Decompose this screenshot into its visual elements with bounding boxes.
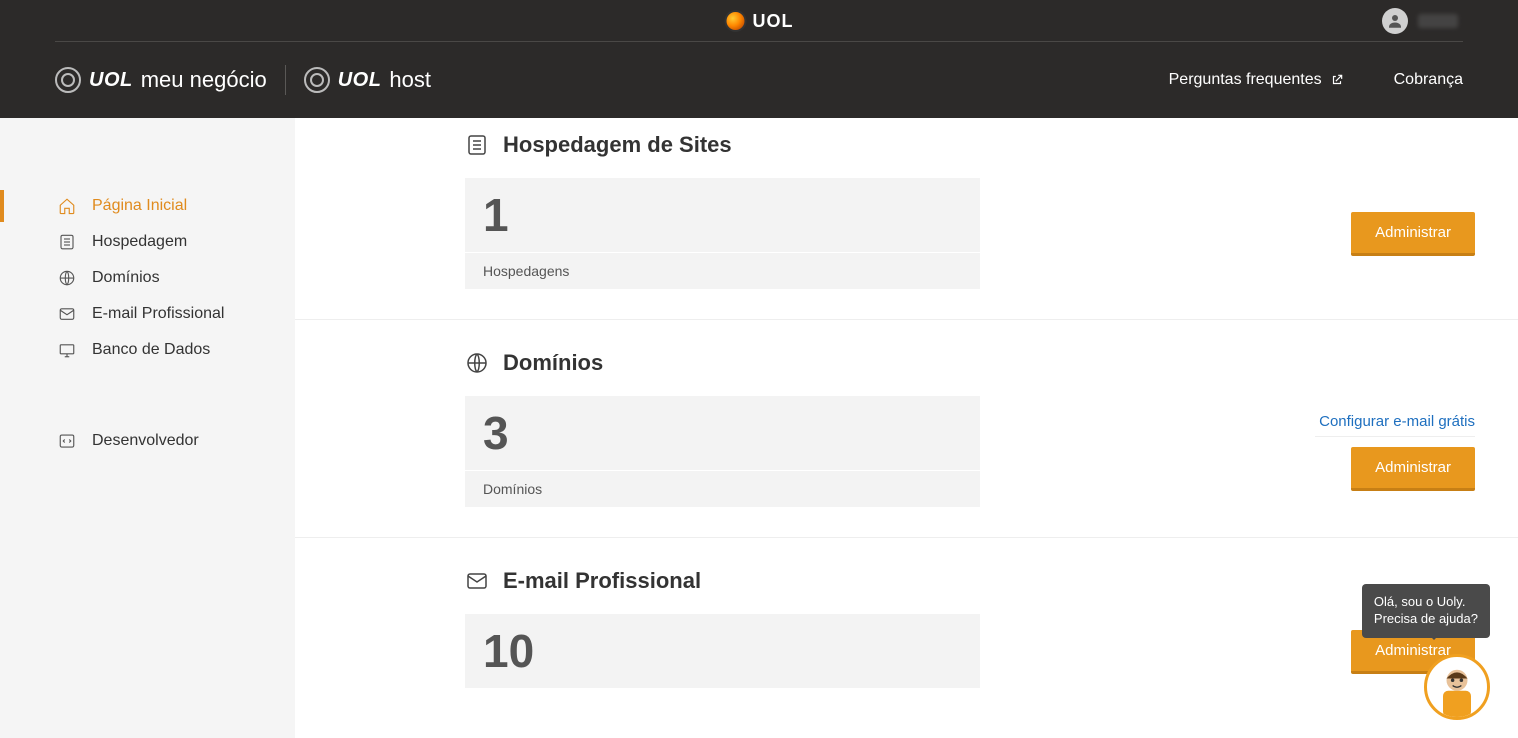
external-link-icon: [1330, 73, 1344, 87]
domains-stat-card: 3 Domínios: [465, 396, 980, 507]
topbar-divider: [55, 41, 1463, 42]
database-icon: [58, 341, 76, 359]
panel-domains-title: Domínios: [503, 350, 603, 376]
uol-logo-text: UOL: [753, 11, 794, 32]
sidebar-item-domains[interactable]: Domínios: [0, 260, 295, 296]
brand-circle-icon: [55, 67, 81, 93]
brand-uol-text: UOL: [338, 69, 382, 92]
brand-circle-icon: [304, 67, 330, 93]
globe-icon: [465, 351, 489, 375]
domains-unit: Domínios: [465, 471, 980, 507]
brand-sub-text: meu negócio: [141, 67, 267, 93]
main-content: Hospedagem de Sites 1 Hospedagens Admini…: [295, 118, 1518, 738]
brand-sub-text: host: [389, 67, 431, 93]
sidebar-item-database[interactable]: Banco de Dados: [0, 332, 295, 368]
sidebar-gap: [0, 368, 295, 423]
hosting-count: 1: [465, 178, 980, 253]
sidebar-item-developer[interactable]: Desenvolvedor: [0, 423, 295, 459]
chat-avatar-button[interactable]: [1424, 654, 1490, 720]
uol-logo[interactable]: UOL: [725, 10, 794, 32]
chat-tooltip: Olá, sou o Uoly. Precisa de ajuda?: [1362, 584, 1490, 638]
domains-count: 3: [465, 396, 980, 471]
hosting-unit: Hospedagens: [465, 253, 980, 289]
domains-admin-button[interactable]: Administrar: [1351, 447, 1475, 491]
brand-group: UOL meu negócio UOL host: [55, 65, 431, 95]
billing-label: Cobrança: [1394, 71, 1463, 89]
sidebar-item-email[interactable]: E-mail Profissional: [0, 296, 295, 332]
topbar-user[interactable]: [1382, 8, 1458, 34]
faq-label: Perguntas frequentes: [1169, 71, 1322, 89]
panel-email: E-mail Profissional 10 Administrar: [295, 568, 1518, 689]
panel-hosting-title: Hospedagem de Sites: [503, 132, 732, 158]
mail-icon: [465, 569, 489, 593]
assistant-avatar-icon: [1429, 661, 1485, 717]
sidebar: Página Inicial Hospedagem Domínios E-mai…: [0, 118, 295, 738]
brand-host[interactable]: UOL host: [304, 67, 431, 93]
sidebar-item-label: E-mail Profissional: [92, 305, 224, 323]
hosting-stat-card: 1 Hospedagens: [465, 178, 980, 289]
email-stat-card: 10: [465, 614, 980, 689]
panel-hosting: Hospedagem de Sites 1 Hospedagens Admini…: [295, 132, 1518, 320]
hosting-icon: [58, 233, 76, 251]
home-icon: [58, 197, 76, 215]
globe-icon: [58, 269, 76, 287]
brand-uol-text: UOL: [89, 69, 133, 92]
email-count: 10: [465, 614, 980, 689]
sidebar-item-hosting[interactable]: Hospedagem: [0, 224, 295, 260]
workspace: Página Inicial Hospedagem Domínios E-mai…: [0, 118, 1518, 738]
secondary-bar: UOL meu negócio UOL host Perguntas frequ…: [0, 42, 1518, 118]
avatar-icon: [1382, 8, 1408, 34]
sidebar-item-label: Página Inicial: [92, 197, 187, 215]
code-icon: [58, 432, 76, 450]
panel-email-title: E-mail Profissional: [503, 568, 701, 594]
sidebar-item-label: Domínios: [92, 269, 160, 287]
hosting-admin-button[interactable]: Administrar: [1351, 212, 1475, 256]
uol-logo-icon: [725, 10, 747, 32]
chat-line2: Precisa de ajuda?: [1374, 611, 1478, 626]
panel-hosting-header: Hospedagem de Sites: [465, 132, 1475, 158]
panel-domains: Domínios 3 Domínios Configurar e-mail gr…: [295, 350, 1518, 538]
brand-divider: [285, 65, 286, 95]
sidebar-item-label: Desenvolvedor: [92, 432, 199, 450]
chat-line1: Olá, sou o Uoly.: [1374, 594, 1466, 609]
configure-email-link[interactable]: Configurar e-mail grátis: [1315, 413, 1475, 437]
panel-domains-header: Domínios: [465, 350, 1475, 376]
mail-icon: [58, 305, 76, 323]
user-name: [1418, 14, 1458, 28]
hosting-icon: [465, 133, 489, 157]
panel-email-header: E-mail Profissional: [465, 568, 1475, 594]
secbar-right: Perguntas frequentes Cobrança: [1169, 71, 1463, 89]
sidebar-item-label: Hospedagem: [92, 233, 187, 251]
billing-link[interactable]: Cobrança: [1394, 71, 1463, 89]
sidebar-item-label: Banco de Dados: [92, 341, 210, 359]
brand-meu-negocio[interactable]: UOL meu negócio: [55, 67, 267, 93]
sidebar-item-home[interactable]: Página Inicial: [0, 188, 295, 224]
topbar: UOL: [0, 0, 1518, 42]
faq-link[interactable]: Perguntas frequentes: [1169, 71, 1344, 89]
